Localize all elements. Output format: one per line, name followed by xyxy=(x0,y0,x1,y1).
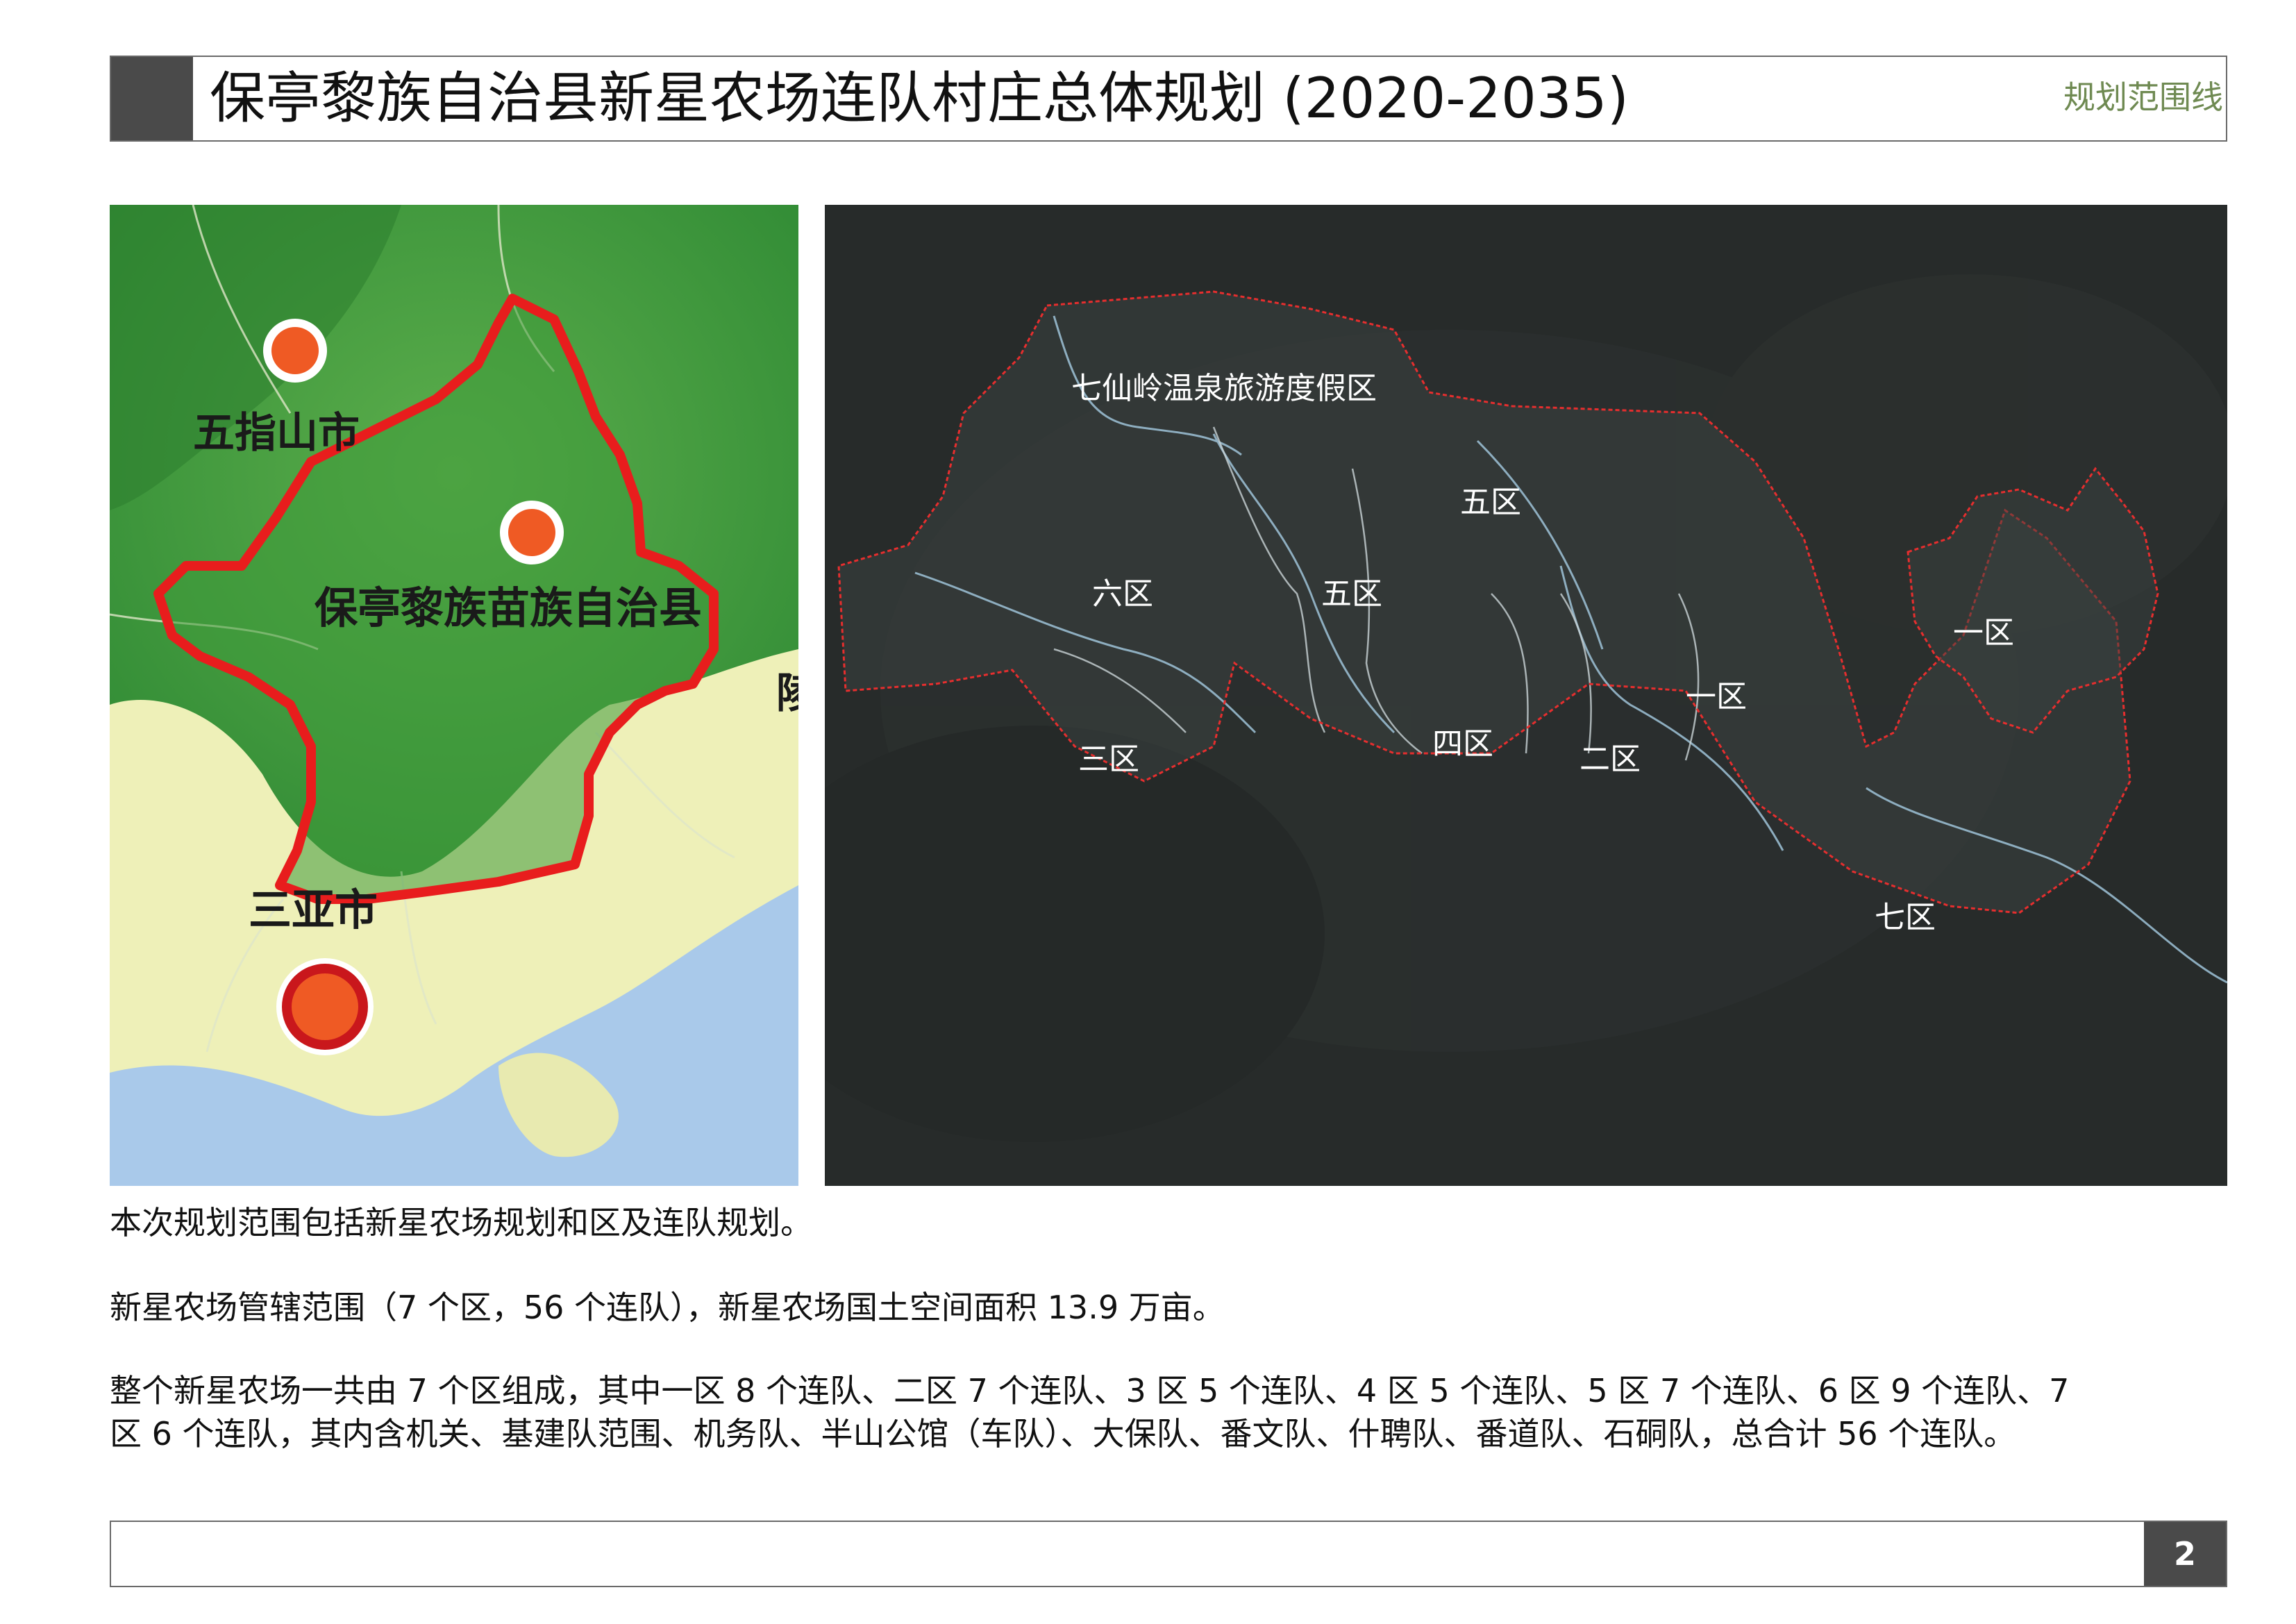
label-sanya: 三亚市 xyxy=(249,885,378,935)
header-accent-block xyxy=(111,57,193,140)
description-paragraph-2: 新星农场管辖范围（7 个区，56 个连队），新星农场国土空间面积 13.9 万亩… xyxy=(110,1289,1225,1326)
description-paragraph-3-line-2: 区 6 个连队，其内含机关、基建队范围、机务队、半山公馆（车队）、大保队、番文队… xyxy=(110,1415,2016,1453)
label-edge-city: 陵 xyxy=(776,669,798,718)
zone-label-zone5-north: 五区 xyxy=(1460,485,1521,520)
description-paragraph-3-line-1: 整个新星农场一共由 7 个区组成，其中一区 8 个连队、二区 7 个连队、3 区… xyxy=(110,1372,2070,1409)
footer-bar: 2 xyxy=(110,1521,2227,1587)
city-marker-sanya xyxy=(276,958,374,1055)
description-paragraph-1: 本次规划范围包括新星农场规划和区及连队规划。 xyxy=(110,1204,812,1241)
label-baoting: 保亭黎族苗族自治县 xyxy=(315,583,703,633)
zone-label-zone2: 二区 xyxy=(1579,742,1641,777)
header-bar: 保亭黎族自治县新星农场连队村庄总体规划 (2020-2035) 规划范围线 xyxy=(110,56,2227,142)
zone-label-zone1-east: 一区 xyxy=(1953,615,2014,651)
header-section-tag: 规划范围线 xyxy=(2063,78,2223,116)
zone-map-graphic xyxy=(825,274,2227,1142)
zone-label-zone6: 六区 xyxy=(1092,576,1153,612)
zone-label-zone5-center: 五区 xyxy=(1321,576,1382,612)
zone-label-zone4: 四区 xyxy=(1432,726,1493,762)
label-wuzhishan: 五指山市 xyxy=(193,409,360,458)
location-map-graphic xyxy=(110,205,798,1186)
sea-area xyxy=(110,885,798,1186)
city-marker-wuzhishan xyxy=(263,319,327,383)
zone-label-zone7: 七区 xyxy=(1875,900,1936,935)
zone-label-zone1-center: 一区 xyxy=(1686,679,1747,714)
page-title: 保亭黎族自治县新星农场连队村庄总体规划 (2020-2035) xyxy=(210,66,1629,131)
zone-label-zone3: 三区 xyxy=(1078,742,1139,777)
zone-map: 七仙岭温泉旅游度假区 五区 六区 五区 三区 四区 二区 一区 一区 七区 xyxy=(825,205,2227,1186)
location-map: 五指山市 保亭黎族苗族自治县 三亚市 陵 xyxy=(110,205,798,1186)
page-number: 2 xyxy=(2144,1522,2226,1586)
city-marker-baoting xyxy=(500,501,564,564)
zone-label-resort: 七仙岭温泉旅游度假区 xyxy=(1071,371,1377,406)
